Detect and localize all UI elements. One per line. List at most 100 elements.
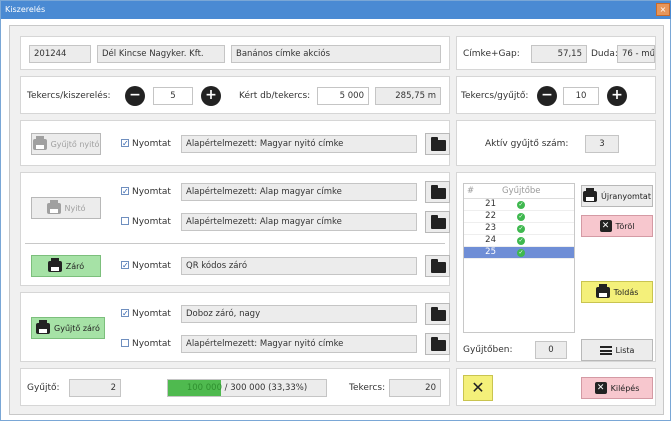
footer-panel: Gyűjtő: 2 100 000 / 300 000 (33,33%) Tek… [20,368,450,406]
checkbox-icon [121,137,129,151]
folder-icon[interactable] [425,255,450,277]
order-code-field: 201244 [29,45,91,63]
per-collector-minus-button[interactable]: − [537,86,557,106]
list-icon [599,345,612,355]
column-header: Gyűjtőbe [499,184,574,199]
check-ok-icon: ✓ [517,201,525,209]
per-pack-label: Tekercs/kiszerelés: [27,91,111,101]
window-title: Kiszerelés [5,5,46,14]
active-collector-label: Aktív gyűjtő szám: [485,139,569,149]
in-collector-label: Gyűjtőben: [463,345,513,355]
requested-input[interactable]: 5 000 [317,87,369,105]
in-collector-field: 0 [535,341,567,359]
requested-label: Kért db/tekercs: [239,91,311,101]
reels-count-field: 20 [389,379,441,397]
reels-count-label: Tekercs: [349,383,386,393]
collector-closer-print-checkbox-1[interactable]: Nyomtat [121,307,171,321]
printer-icon [36,319,51,334]
close-icon: ✕ [594,382,607,394]
label-info-panel: Címke+Gap: 57,15 Duda: 76 - műa [456,36,656,70]
checkbox-icon [121,307,129,321]
opener-print-checkbox-1[interactable]: Nyomtat [121,185,171,199]
column-header: # [464,184,499,199]
opener-closer-panel: Nyitó Nyomtat Alapértelmezett: Alap magy… [20,172,450,286]
client-area: 201244 Dél Kincse Nagyker. Kft. Banános … [9,25,664,415]
collector-opener-template-field: Alapértelmezett: Magyar nyitó címke [181,135,417,153]
folder-icon[interactable] [425,333,450,355]
opener-template-field-2: Alapértelmezett: Alap magyar címke [181,213,417,231]
collector-table: # Gyűjtőbe 21 ✓ 22 ✓ 23 ✓ 24 ✓ 25 ✓ [464,184,574,259]
main-window: Kiszerelés × 201244 Dél Kincse Nagyker. … [0,0,671,421]
label-gap-label: Címke+Gap: [463,49,520,59]
collector-closer-button[interactable]: Gyűjtő záró [31,317,105,339]
length-field: 285,75 m [375,87,441,105]
delete-icon: ✕ [599,220,612,232]
folder-icon[interactable] [425,303,450,325]
checkbox-icon [121,259,129,273]
per-pack-minus-button[interactable]: − [125,86,145,106]
divider [25,243,445,244]
progress-text: 100 000 / 300 000 (33,33%) [186,383,308,393]
check-ok-icon: ✓ [517,213,525,221]
per-collector-input[interactable]: 10 [563,87,599,105]
table-row-selected[interactable]: 25 ✓ [464,246,574,259]
duda-field: 76 - műa [617,45,655,63]
reels-panel: Tekercs/kiszerelés: − 5 + Kért db/tekerc… [20,76,450,114]
label-gap-field: 57,15 [531,45,587,63]
close-icon[interactable]: × [656,3,670,16]
closer-button[interactable]: Záró [31,255,101,277]
list-button[interactable]: Lista [581,339,653,361]
per-collector-panel: Tekercs/gyűjtő: − 10 + [456,76,656,114]
reprint-button[interactable]: Újranyomtat [581,185,653,207]
per-pack-input[interactable]: 5 [153,87,193,105]
collector-grid[interactable]: # Gyűjtőbe 21 ✓ 22 ✓ 23 ✓ 24 ✓ 25 ✓ [463,183,575,333]
collector-closer-panel: Gyűjtő záró Nyomtat Doboz záró, nagy Nyo… [20,292,450,362]
collector-closer-template-field-2: Alapértelmezett: Magyar nyitó címke [181,335,417,353]
collector-opener-panel: Gyűjtő nyitó Nyomtat Alapértelmezett: Ma… [20,120,450,166]
progress-bar: 100 000 / 300 000 (33,33%) [167,379,327,397]
order-header-panel: 201244 Dél Kincse Nagyker. Kft. Banános … [20,36,450,70]
folder-icon[interactable] [425,133,450,155]
collector-count-field: 2 [69,379,121,397]
closer-template-field: QR kódos záró [181,257,417,275]
check-ok-icon: ✓ [517,237,525,245]
folder-icon[interactable] [425,211,450,233]
printer-icon [47,257,62,272]
product-field: Banános címke akciós [231,45,441,63]
printer-icon [583,187,598,202]
collector-opener-button[interactable]: Gyűjtő nyitó [31,133,101,155]
printer-icon [46,199,61,214]
table-row[interactable]: 23 ✓ [464,222,574,235]
folder-icon[interactable] [425,181,450,203]
collector-opener-print-checkbox[interactable]: Nyomtat [121,137,171,151]
opener-template-field-1: Alapértelmezett: Alap magyar címke [181,183,417,201]
active-collector-panel: Aktív gyűjtő szám: 3 [456,120,656,166]
collector-closer-print-checkbox-2[interactable]: Nyomtat [121,337,171,351]
table-row[interactable]: 21 ✓ [464,198,574,211]
exit-button[interactable]: ✕ Kilépés [581,377,653,399]
checkbox-icon [121,217,129,225]
opener-button[interactable]: Nyitó [31,197,101,219]
checkbox-icon [121,185,129,199]
table-row[interactable]: 22 ✓ [464,210,574,223]
opener-print-checkbox-2[interactable]: Nyomtat [121,215,171,229]
footer-actions-panel: ✕ ✕ Kilépés [456,368,656,406]
tools-icon[interactable]: ✕ [463,375,493,401]
closer-print-checkbox[interactable]: Nyomtat [121,259,171,273]
customer-field: Dél Kincse Nagyker. Kft. [97,45,225,63]
printer-icon [32,135,47,150]
append-button[interactable]: Toldás [581,281,653,303]
printer-icon [595,283,610,298]
active-collector-field: 3 [585,135,619,153]
per-pack-plus-button[interactable]: + [201,86,221,106]
check-ok-icon: ✓ [517,249,525,257]
collector-grid-panel: # Gyűjtőbe 21 ✓ 22 ✓ 23 ✓ 24 ✓ 25 ✓ Újranyom [456,172,656,362]
table-row[interactable]: 24 ✓ [464,234,574,247]
check-ok-icon: ✓ [517,225,525,233]
delete-button[interactable]: ✕ Töröl [581,215,653,237]
checkbox-icon [121,339,129,347]
title-bar: Kiszerelés × [1,1,671,19]
per-collector-plus-button[interactable]: + [607,86,627,106]
collector-closer-template-field-1: Doboz záró, nagy [181,305,417,323]
duda-label: Duda: [591,49,618,59]
